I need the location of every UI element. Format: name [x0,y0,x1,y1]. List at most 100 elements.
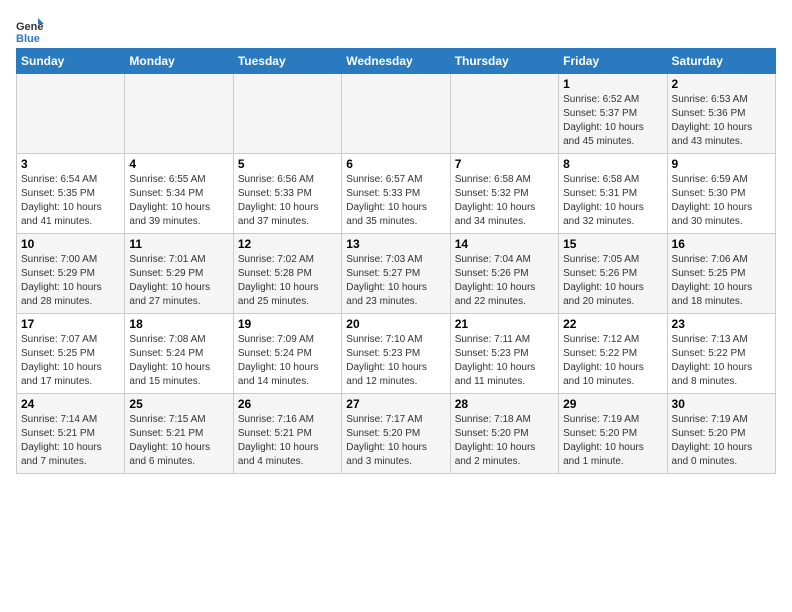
calendar-week-row: 1 Sunrise: 6:52 AM Sunset: 5:37 PM Daylig… [17,74,776,154]
calendar-cell: 18 Sunrise: 7:08 AM Sunset: 5:24 PM Dayli… [125,314,233,394]
calendar-cell: 3 Sunrise: 6:54 AM Sunset: 5:35 PM Daylig… [17,154,125,234]
weekday-header: Wednesday [342,49,450,74]
calendar-cell: 2Sunrise: 6:53 AM Sunset: 5:36 PM Daylig… [667,74,775,154]
day-info: Sunrise: 6:52 AM Sunset: 5:37 PM Dayligh… [563,93,662,149]
day-info: Sunrise: 7:06 AM Sunset: 5:25 PM Dayligh… [672,253,771,309]
day-number: 30 [672,397,771,411]
calendar-cell: 13 Sunrise: 7:03 AM Sunset: 5:27 PM Dayli… [342,234,450,314]
day-number: 29 [563,397,662,411]
day-info: Sunrise: 7:10 AM Sunset: 5:23 PM Dayligh… [346,333,445,389]
calendar-cell: 20 Sunrise: 7:10 AM Sunset: 5:23 PM Dayli… [342,314,450,394]
calendar-cell [125,74,233,154]
calendar-cell [17,74,125,154]
day-info: Sunrise: 6:58 AM Sunset: 5:31 PM Dayligh… [563,173,662,229]
day-number: 3 [21,157,120,171]
day-number: 19 [238,317,337,331]
day-info: Sunrise: 7:17 AM Sunset: 5:20 PM Dayligh… [346,413,445,469]
day-number: 27 [346,397,445,411]
calendar-cell: 8 Sunrise: 6:58 AM Sunset: 5:31 PM Daylig… [559,154,667,234]
weekday-header: Sunday [17,49,125,74]
weekday-header: Tuesday [233,49,341,74]
day-info: Sunrise: 7:19 AM Sunset: 5:20 PM Dayligh… [563,413,662,469]
calendar-cell: 15 Sunrise: 7:05 AM Sunset: 5:26 PM Dayli… [559,234,667,314]
day-info: Sunrise: 7:05 AM Sunset: 5:26 PM Dayligh… [563,253,662,309]
calendar-cell: 17 Sunrise: 7:07 AM Sunset: 5:25 PM Dayli… [17,314,125,394]
calendar-cell: 29 Sunrise: 7:19 AM Sunset: 5:20 PM Dayli… [559,394,667,474]
calendar-week-row: 10 Sunrise: 7:00 AM Sunset: 5:29 PM Dayli… [17,234,776,314]
calendar-cell: 27 Sunrise: 7:17 AM Sunset: 5:20 PM Dayli… [342,394,450,474]
day-number: 9 [672,157,771,171]
day-info: Sunrise: 6:58 AM Sunset: 5:32 PM Dayligh… [455,173,554,229]
calendar-cell: 23 Sunrise: 7:13 AM Sunset: 5:22 PM Dayli… [667,314,775,394]
calendar-cell: 1 Sunrise: 6:52 AM Sunset: 5:37 PM Daylig… [559,74,667,154]
day-number: 4 [129,157,228,171]
calendar-header: SundayMondayTuesdayWednesdayThursdayFrid… [17,49,776,74]
calendar-cell: 7 Sunrise: 6:58 AM Sunset: 5:32 PM Daylig… [450,154,558,234]
day-info: Sunrise: 7:14 AM Sunset: 5:21 PM Dayligh… [21,413,120,469]
svg-text:Blue: Blue [16,33,40,44]
day-info: Sunrise: 7:00 AM Sunset: 5:29 PM Dayligh… [21,253,120,309]
weekday-header: Monday [125,49,233,74]
day-number: 13 [346,237,445,251]
day-number: 7 [455,157,554,171]
calendar-cell: 24 Sunrise: 7:14 AM Sunset: 5:21 PM Dayli… [17,394,125,474]
calendar-cell: 19 Sunrise: 7:09 AM Sunset: 5:24 PM Dayli… [233,314,341,394]
day-number: 1 [563,77,662,91]
calendar-cell: 10 Sunrise: 7:00 AM Sunset: 5:29 PM Dayli… [17,234,125,314]
calendar-cell [342,74,450,154]
day-number: 6 [346,157,445,171]
day-number: 24 [21,397,120,411]
day-info: Sunrise: 7:09 AM Sunset: 5:24 PM Dayligh… [238,333,337,389]
calendar-cell: 9 Sunrise: 6:59 AM Sunset: 5:30 PM Daylig… [667,154,775,234]
day-info: Sunrise: 7:18 AM Sunset: 5:20 PM Dayligh… [455,413,554,469]
day-number: 17 [21,317,120,331]
day-info: Sunrise: 7:08 AM Sunset: 5:24 PM Dayligh… [129,333,228,389]
calendar-cell: 14 Sunrise: 7:04 AM Sunset: 5:26 PM Dayli… [450,234,558,314]
day-info: Sunrise: 7:04 AM Sunset: 5:26 PM Dayligh… [455,253,554,309]
day-number: 23 [672,317,771,331]
day-number: 22 [563,317,662,331]
day-number: 25 [129,397,228,411]
day-info: Sunrise: 7:03 AM Sunset: 5:27 PM Dayligh… [346,253,445,309]
day-info: Sunrise: 7:12 AM Sunset: 5:22 PM Dayligh… [563,333,662,389]
page-header: General Blue [16,16,776,44]
day-number: 15 [563,237,662,251]
day-info: Sunrise: 6:59 AM Sunset: 5:30 PM Dayligh… [672,173,771,229]
day-number: 5 [238,157,337,171]
weekday-row: SundayMondayTuesdayWednesdayThursdayFrid… [17,49,776,74]
day-info: Sunrise: 7:15 AM Sunset: 5:21 PM Dayligh… [129,413,228,469]
weekday-header: Saturday [667,49,775,74]
logo: General Blue [16,16,46,44]
day-number: 18 [129,317,228,331]
calendar-week-row: 17 Sunrise: 7:07 AM Sunset: 5:25 PM Dayli… [17,314,776,394]
day-number: 8 [563,157,662,171]
day-number: 12 [238,237,337,251]
day-number: 14 [455,237,554,251]
day-info: Sunrise: 7:11 AM Sunset: 5:23 PM Dayligh… [455,333,554,389]
calendar-cell: 21Sunrise: 7:11 AM Sunset: 5:23 PM Dayli… [450,314,558,394]
calendar-cell: 4 Sunrise: 6:55 AM Sunset: 5:34 PM Daylig… [125,154,233,234]
calendar-cell: 28Sunrise: 7:18 AM Sunset: 5:20 PM Dayli… [450,394,558,474]
calendar-cell: 22 Sunrise: 7:12 AM Sunset: 5:22 PM Dayli… [559,314,667,394]
day-number: 11 [129,237,228,251]
day-info: Sunrise: 7:13 AM Sunset: 5:22 PM Dayligh… [672,333,771,389]
day-info: Sunrise: 7:16 AM Sunset: 5:21 PM Dayligh… [238,413,337,469]
day-info: Sunrise: 6:56 AM Sunset: 5:33 PM Dayligh… [238,173,337,229]
calendar-cell: 6Sunrise: 6:57 AM Sunset: 5:33 PM Daylig… [342,154,450,234]
calendar-body: 1 Sunrise: 6:52 AM Sunset: 5:37 PM Daylig… [17,74,776,474]
calendar-week-row: 24 Sunrise: 7:14 AM Sunset: 5:21 PM Dayli… [17,394,776,474]
calendar-week-row: 3 Sunrise: 6:54 AM Sunset: 5:35 PM Daylig… [17,154,776,234]
calendar-cell [450,74,558,154]
day-number: 10 [21,237,120,251]
day-info: Sunrise: 6:55 AM Sunset: 5:34 PM Dayligh… [129,173,228,229]
calendar-cell: 25 Sunrise: 7:15 AM Sunset: 5:21 PM Dayli… [125,394,233,474]
logo-icon: General Blue [16,16,44,44]
day-info: Sunrise: 7:02 AM Sunset: 5:28 PM Dayligh… [238,253,337,309]
weekday-header: Thursday [450,49,558,74]
day-number: 26 [238,397,337,411]
day-number: 20 [346,317,445,331]
day-info: Sunrise: 7:07 AM Sunset: 5:25 PM Dayligh… [21,333,120,389]
calendar-cell: 11Sunrise: 7:01 AM Sunset: 5:29 PM Dayli… [125,234,233,314]
weekday-header: Friday [559,49,667,74]
day-info: Sunrise: 6:54 AM Sunset: 5:35 PM Dayligh… [21,173,120,229]
